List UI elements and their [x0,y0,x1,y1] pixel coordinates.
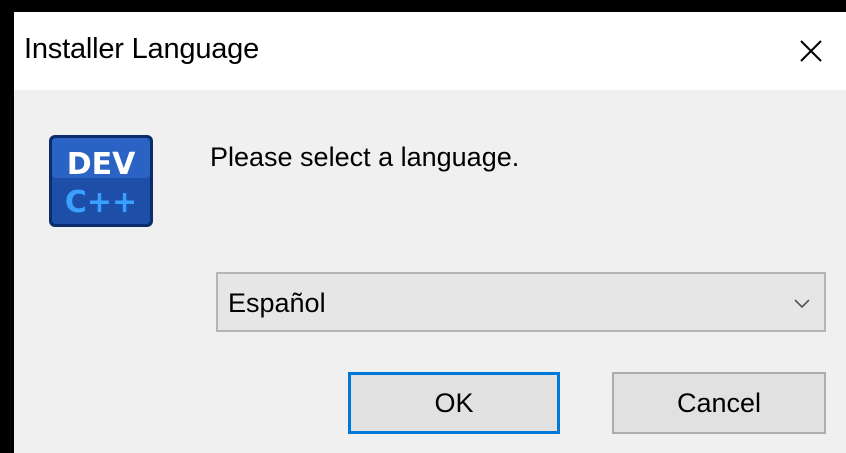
devcpp-logo-icon: DEV C++ [48,134,154,228]
logo-text-cpp: C++ [65,185,137,220]
cancel-button[interactable]: Cancel [612,372,826,434]
prompt-text: Please select a language. [210,142,520,172]
logo-text-dev: DEV [67,147,136,182]
chevron-down-icon [794,299,810,309]
close-button[interactable] [776,12,846,90]
window-title: Installer Language [24,33,260,65]
ok-button-label: OK [434,388,474,418]
ok-button[interactable]: OK [348,372,560,434]
language-select[interactable]: Español [216,272,826,332]
window-frame-top [0,0,846,12]
language-select-value: Español [228,288,326,318]
title-bar: Installer Language [14,12,846,90]
cancel-button-label: Cancel [676,388,762,418]
close-icon [800,40,822,62]
